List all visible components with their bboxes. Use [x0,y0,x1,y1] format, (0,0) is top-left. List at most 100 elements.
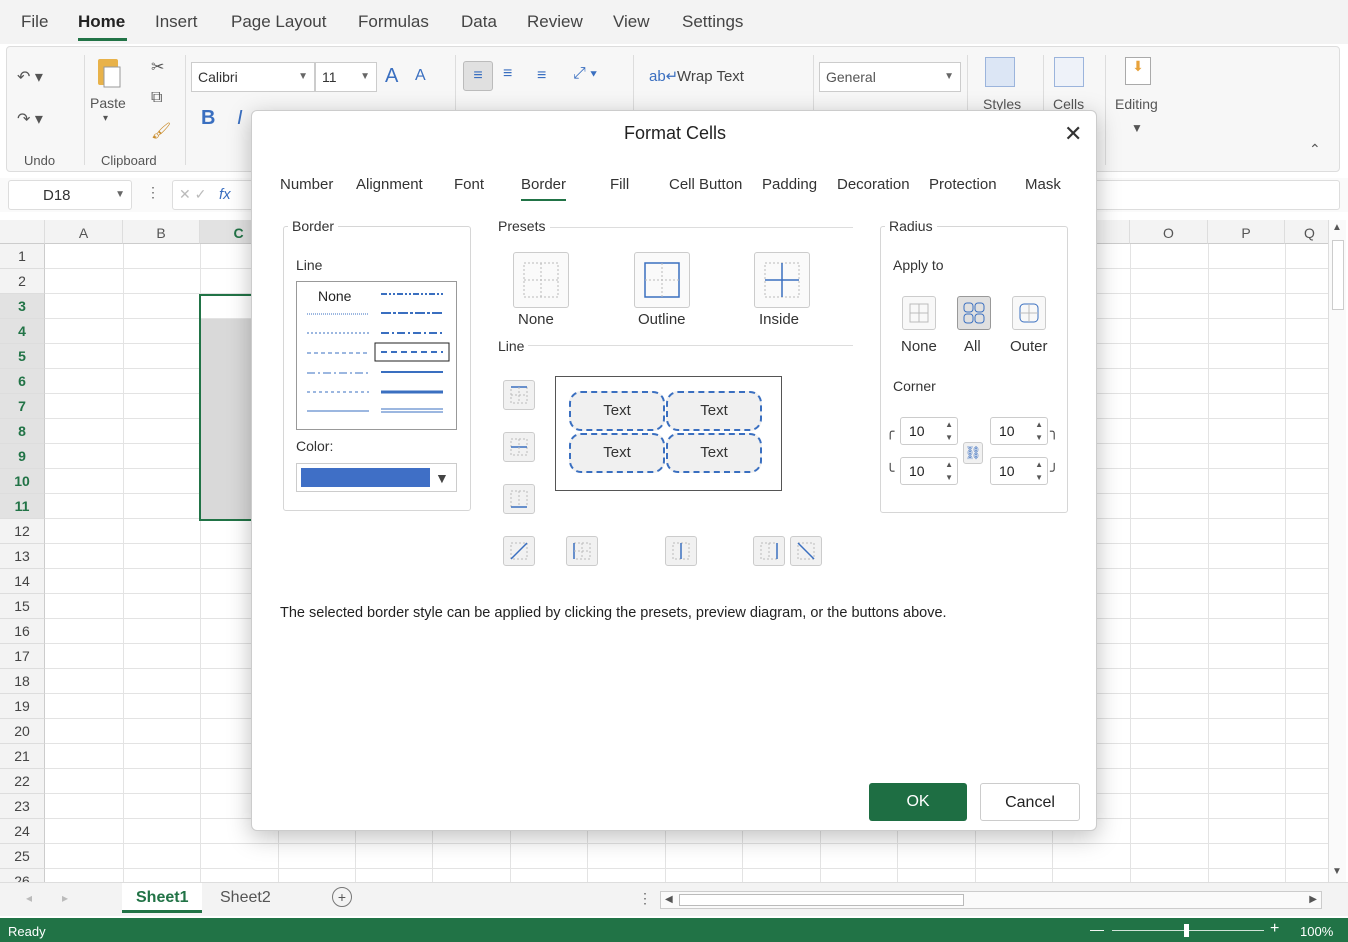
row-header-21[interactable]: 21 [0,744,45,769]
corner-bottom-left-stepper[interactable]: 10 ▲ ▼ [900,457,958,485]
spin-down-icon[interactable]: ▼ [945,433,953,442]
preview-cell[interactable]: Text [569,391,665,431]
cut-icon[interactable]: ✂ [151,57,164,77]
paste-dropdown-icon[interactable]: ▾ [103,113,108,124]
horizontal-scrollbar[interactable]: ◀ ▶ [660,891,1322,909]
tab-alignment[interactable]: Alignment [356,176,423,193]
menu-formulas[interactable]: Formulas [358,12,429,32]
editing-icon[interactable]: ⬇ [1125,57,1151,85]
styles-icon[interactable] [985,57,1015,87]
collapse-ribbon-icon[interactable]: ⌃ [1309,141,1321,158]
italic-button[interactable]: I [237,107,243,130]
spin-down-icon[interactable]: ▼ [1035,433,1043,442]
scroll-left-icon[interactable]: ◀ [665,894,673,905]
zoom-out-icon[interactable]: — [1090,921,1104,937]
font-size-select[interactable]: 11 ▼ [315,62,377,92]
zoom-slider-thumb[interactable] [1184,924,1189,937]
increase-font-icon[interactable]: A [385,65,398,88]
preset-none-button[interactable] [513,252,569,308]
tab-decoration[interactable]: Decoration [837,176,910,193]
chevron-down-icon[interactable]: ▼ [1131,121,1143,135]
select-all-corner[interactable] [0,220,45,244]
border-right-button[interactable] [753,536,785,566]
paste-button[interactable]: Paste [90,95,126,111]
menu-view[interactable]: View [613,12,650,32]
menu-data[interactable]: Data [461,12,497,32]
preview-cell[interactable]: Text [666,433,762,473]
column-header-a[interactable]: A [45,220,123,244]
cancel-button[interactable]: Cancel [980,783,1080,821]
scroll-down-icon[interactable]: ▼ [1332,866,1342,877]
cells-icon[interactable] [1054,57,1084,87]
spin-down-icon[interactable]: ▼ [1035,473,1043,482]
vertical-scroll-thumb[interactable] [1332,240,1344,310]
border-middle-button[interactable] [503,432,535,462]
border-color-picker[interactable]: ▼ [296,463,457,492]
row-header-23[interactable]: 23 [0,794,45,819]
editing-button[interactable]: Editing [1115,96,1158,112]
row-header-25[interactable]: 25 [0,844,45,869]
row-header-18[interactable]: 18 [0,669,45,694]
font-name-select[interactable]: Calibri ▼ [191,62,315,92]
zoom-in-icon[interactable]: + [1270,920,1279,938]
row-header-16[interactable]: 16 [0,619,45,644]
spin-down-icon[interactable]: ▼ [945,473,953,482]
row-header-20[interactable]: 20 [0,719,45,744]
row-header-10[interactable]: 10 [0,469,45,494]
link-corners-icon[interactable]: ⛓ [963,442,983,464]
apply-outer-button[interactable] [1012,296,1046,330]
menu-home[interactable]: Home [78,12,125,32]
line-style-list[interactable]: None [296,281,457,430]
menu-insert[interactable]: Insert [155,12,198,32]
more-icon[interactable]: ⋮ [638,890,652,907]
column-header-q[interactable]: Q [1285,220,1330,244]
corner-top-right-stepper[interactable]: 10 ▲ ▼ [990,417,1048,445]
decrease-font-icon[interactable]: A [415,67,426,85]
row-header-24[interactable]: 24 [0,819,45,844]
row-header-17[interactable]: 17 [0,644,45,669]
tab-cell-button[interactable]: Cell Button [669,176,742,193]
preview-cell[interactable]: Text [666,391,762,431]
row-header-12[interactable]: 12 [0,519,45,544]
tab-mask[interactable]: Mask [1025,176,1061,193]
menu-page-layout[interactable]: Page Layout [231,12,326,32]
spin-up-icon[interactable]: ▲ [1035,460,1043,469]
tab-fill[interactable]: Fill [610,176,629,193]
tab-font[interactable]: Font [454,176,484,193]
sheet-tab-sheet2[interactable]: Sheet2 [206,883,285,913]
spin-up-icon[interactable]: ▲ [1035,420,1043,429]
column-header-o[interactable]: O [1130,220,1208,244]
spin-up-icon[interactable]: ▲ [945,420,953,429]
sheet-tab-sheet1[interactable]: Sheet1 [122,883,203,913]
menu-file[interactable]: File [21,12,48,32]
tab-protection[interactable]: Protection [929,176,997,193]
preview-cell[interactable]: Text [569,433,665,473]
menu-settings[interactable]: Settings [682,12,743,32]
scroll-right-icon[interactable]: ▶ [1309,894,1317,905]
row-header-1[interactable]: 1 [0,244,45,269]
next-sheet-icon[interactable]: ▸ [62,891,68,905]
row-header-11[interactable]: 11 [0,494,45,519]
border-preview[interactable]: Text Text Text Text [555,376,782,491]
close-icon[interactable]: ✕ [1064,121,1082,147]
preset-inside-button[interactable] [754,252,810,308]
orientation-icon[interactable]: ⤢ ▾ [573,65,597,83]
tab-border[interactable]: Border [521,176,567,201]
number-format-select[interactable]: General ▼ [819,62,961,92]
apply-none-button[interactable] [902,296,936,330]
row-header-7[interactable]: 7 [0,394,45,419]
border-left-button[interactable] [566,536,598,566]
vertical-scrollbar[interactable]: ▲ ▼ [1328,220,1346,882]
ok-button[interactable]: OK [869,783,967,821]
horizontal-scroll-thumb[interactable] [679,894,964,906]
align-top-icon[interactable]: ≡ [463,61,493,91]
row-header-13[interactable]: 13 [0,544,45,569]
row-header-2[interactable]: 2 [0,269,45,294]
row-header-22[interactable]: 22 [0,769,45,794]
border-diagonal-up-button[interactable] [503,536,535,566]
column-header-b[interactable]: B [123,220,200,244]
prev-sheet-icon[interactable]: ◂ [26,891,32,905]
align-middle-icon[interactable]: ≡ [503,65,512,83]
wrap-text-icon[interactable]: ab↵ [649,67,678,85]
line-style-options[interactable] [297,282,458,431]
